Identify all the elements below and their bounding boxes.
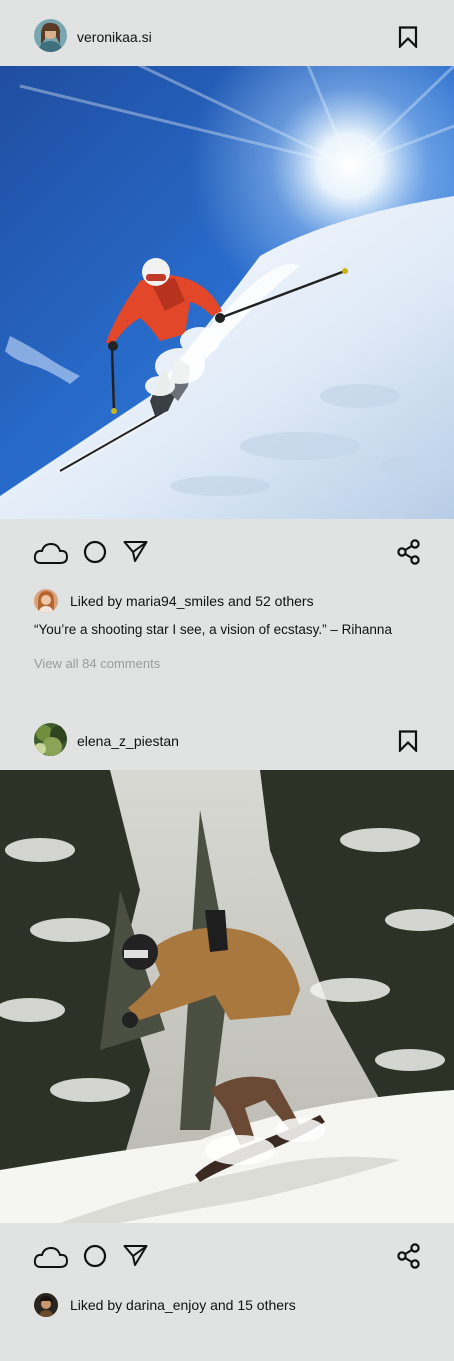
likes-text[interactable]: Liked by maria94_smiles and 52 others xyxy=(70,593,314,609)
bookmark-icon[interactable] xyxy=(398,26,418,50)
post-photo-snowboarder[interactable] xyxy=(0,770,454,1223)
post-photo-skier[interactable] xyxy=(0,66,454,519)
view-comments-link[interactable]: View all 84 comments xyxy=(34,656,160,671)
avatar[interactable] xyxy=(34,1293,58,1317)
cloud-like-icon[interactable] xyxy=(33,541,69,565)
share-icon[interactable] xyxy=(396,1243,421,1269)
post-header: elena_z_piestan xyxy=(0,704,454,770)
avatar[interactable] xyxy=(34,19,67,52)
post-actions xyxy=(0,1223,454,1293)
likes-row: Liked by maria94_smiles and 52 others xyxy=(0,589,454,621)
post-1: veronikaa.si Liked by maria94_smiles and… xyxy=(0,0,454,704)
share-icon[interactable] xyxy=(396,539,421,565)
send-icon[interactable] xyxy=(123,540,148,564)
post-actions xyxy=(0,519,454,589)
comment-circle-icon[interactable] xyxy=(83,540,107,564)
username[interactable]: elena_z_piestan xyxy=(77,733,179,749)
post-header: veronikaa.si xyxy=(0,0,454,66)
bookmark-icon[interactable] xyxy=(398,730,418,754)
avatar[interactable] xyxy=(34,723,67,756)
post-2: elena_z_piestan Liked by darina_enjoy an… xyxy=(0,704,454,1361)
comment-circle-icon[interactable] xyxy=(83,1244,107,1268)
username[interactable]: veronikaa.si xyxy=(77,29,152,45)
caption: “You’re a shooting star I see, a vision … xyxy=(34,622,392,637)
send-icon[interactable] xyxy=(123,1244,148,1268)
likes-text[interactable]: Liked by darina_enjoy and 15 others xyxy=(70,1297,296,1313)
avatar[interactable] xyxy=(34,589,58,613)
likes-row: Liked by darina_enjoy and 15 others xyxy=(0,1293,454,1325)
cloud-like-icon[interactable] xyxy=(33,1245,69,1269)
